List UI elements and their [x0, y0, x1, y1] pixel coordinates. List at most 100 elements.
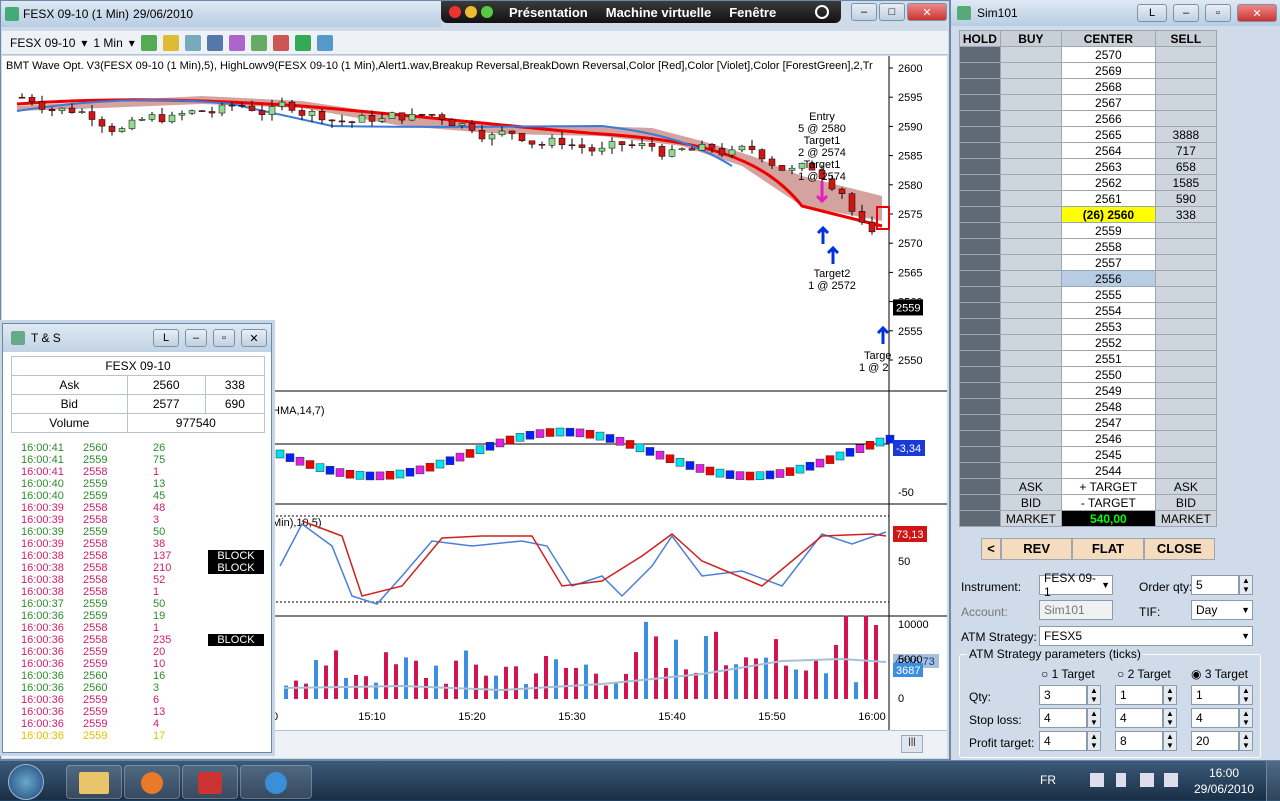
hold-cell[interactable] [959, 78, 1001, 95]
sell-cell[interactable] [1154, 462, 1218, 479]
hold-cell[interactable] [959, 286, 1001, 303]
hold-cell[interactable] [959, 462, 1001, 479]
vm-menu-window[interactable]: Fenêtre [729, 5, 776, 20]
hold-cell[interactable] [959, 94, 1001, 111]
hold-cell[interactable] [959, 110, 1001, 127]
tif-select[interactable]: Day ▼ [1191, 600, 1253, 620]
sell-cell[interactable] [1154, 286, 1218, 303]
buy-cell[interactable] [999, 366, 1062, 383]
profit-stepper-3[interactable]: ▲ ▼ [1239, 731, 1253, 751]
sell-cell[interactable] [1154, 430, 1218, 447]
hold-cell[interactable] [959, 366, 1001, 383]
data-box-icon[interactable] [316, 34, 333, 51]
link-button[interactable]: L [1137, 4, 1167, 22]
price-cell[interactable]: 2556 [1060, 270, 1156, 287]
chevron-down-icon[interactable]: ▼ [1101, 580, 1112, 590]
media-player-taskbar-icon[interactable] [124, 765, 180, 799]
hold-cell[interactable] [959, 334, 1001, 351]
hold-cell[interactable] [959, 174, 1001, 191]
price-cell[interactable]: 2553 [1060, 318, 1156, 335]
back-button[interactable]: < [981, 538, 1001, 560]
footer-center-cell[interactable]: - TARGET [1060, 494, 1156, 511]
buy-cell[interactable] [999, 286, 1062, 303]
bar-type-icon[interactable] [140, 34, 157, 51]
price-cell[interactable]: 2548 [1060, 398, 1156, 415]
buy-cell[interactable] [999, 334, 1062, 351]
price-cell[interactable]: 2570 [1060, 46, 1156, 63]
interval-selector[interactable]: 1 Min [93, 36, 122, 50]
sell-cell[interactable]: 590 [1154, 190, 1218, 207]
minimize-button[interactable]: – [185, 329, 207, 347]
vm-menu-machine[interactable]: Machine virtuelle [606, 5, 711, 20]
sell-cell[interactable]: 3888 [1154, 126, 1218, 143]
price-cell[interactable]: 2547 [1060, 414, 1156, 431]
footer-right-cell[interactable]: MARKET [1154, 510, 1218, 527]
price-cell[interactable]: 2552 [1060, 334, 1156, 351]
buy-cell[interactable] [999, 46, 1062, 63]
restore-button[interactable]: ▫ [213, 329, 235, 347]
vm-zoom-dot-icon[interactable] [481, 6, 493, 18]
price-cell[interactable]: 2546 [1060, 430, 1156, 447]
price-cell[interactable]: 2564 [1060, 142, 1156, 159]
sell-cell[interactable] [1154, 270, 1218, 287]
buy-cell[interactable] [999, 462, 1062, 479]
buy-cell[interactable] [999, 318, 1062, 335]
price-cell[interactable]: 2557 [1060, 254, 1156, 271]
sell-cell[interactable] [1154, 318, 1218, 335]
footer-center-cell[interactable]: + TARGET [1060, 478, 1156, 495]
battery-icon[interactable] [1116, 773, 1126, 787]
hold-cell[interactable] [959, 238, 1001, 255]
restore-button[interactable]: ▫ [1205, 4, 1231, 22]
sell-cell[interactable] [1154, 222, 1218, 239]
close-position-button[interactable]: CLOSE [1143, 538, 1215, 560]
hold-cell[interactable] [959, 126, 1001, 143]
sell-cell[interactable] [1154, 414, 1218, 431]
sell-cell[interactable] [1154, 382, 1218, 399]
qty-stepper-2[interactable]: ▲ ▼ [1163, 685, 1177, 705]
buy-cell[interactable] [999, 158, 1062, 175]
ie-taskbar-icon[interactable] [240, 765, 312, 799]
hold-cell[interactable] [959, 158, 1001, 175]
sell-cell[interactable] [1154, 350, 1218, 367]
price-cell[interactable]: 2561 [1060, 190, 1156, 207]
close-button[interactable]: ✕ [907, 3, 947, 21]
sell-cell[interactable] [1154, 110, 1218, 127]
zoom-icon[interactable] [206, 34, 223, 51]
stop-stepper-3[interactable]: ▲ ▼ [1239, 708, 1253, 728]
buy-cell[interactable] [999, 110, 1062, 127]
buy-cell[interactable] [999, 142, 1062, 159]
sell-cell[interactable] [1154, 238, 1218, 255]
chevron-down-icon[interactable]: ▼ [1241, 605, 1252, 615]
buy-cell[interactable] [999, 302, 1062, 319]
price-cell[interactable]: 2562 [1060, 174, 1156, 191]
sell-cell[interactable] [1154, 94, 1218, 111]
buy-cell[interactable] [999, 430, 1062, 447]
qty-input-3[interactable]: 1 [1191, 685, 1239, 705]
price-cell[interactable]: (26) 2560 [1060, 206, 1156, 223]
sell-cell[interactable] [1154, 78, 1218, 95]
order-qty-stepper[interactable]: ▲ ▼ [1239, 575, 1253, 595]
close-button[interactable]: ✕ [241, 329, 267, 347]
trading-app-taskbar-icon[interactable] [182, 765, 238, 799]
sell-cell[interactable] [1154, 254, 1218, 271]
chevron-down-icon[interactable]: ▾ [129, 36, 135, 50]
qty-stepper-3[interactable]: ▲ ▼ [1239, 685, 1253, 705]
stop-input-3[interactable]: 4 [1191, 708, 1239, 728]
footer-right-cell[interactable]: ASK [1154, 478, 1218, 495]
link-button[interactable]: L [153, 329, 179, 347]
sell-cell[interactable]: 338 [1154, 206, 1218, 223]
footer-left-cell[interactable]: ASK [999, 478, 1062, 495]
stop-input-1[interactable]: 4 [1039, 708, 1087, 728]
buy-cell[interactable] [999, 414, 1062, 431]
order-qty-input[interactable]: 5 [1191, 575, 1239, 595]
chevron-down-icon[interactable]: ▾ [81, 36, 87, 50]
stop-stepper-1[interactable]: ▲ ▼ [1087, 708, 1101, 728]
chevron-down-icon[interactable]: ▼ [1241, 631, 1252, 641]
price-cell[interactable]: 2551 [1060, 350, 1156, 367]
buy-cell[interactable] [999, 126, 1062, 143]
profit-stepper-2[interactable]: ▲ ▼ [1163, 731, 1177, 751]
show-desktop-button[interactable] [1266, 761, 1280, 801]
vm-pause-icon[interactable] [815, 5, 829, 19]
hold-cell[interactable] [959, 222, 1001, 239]
stop-stepper-2[interactable]: ▲ ▼ [1163, 708, 1177, 728]
